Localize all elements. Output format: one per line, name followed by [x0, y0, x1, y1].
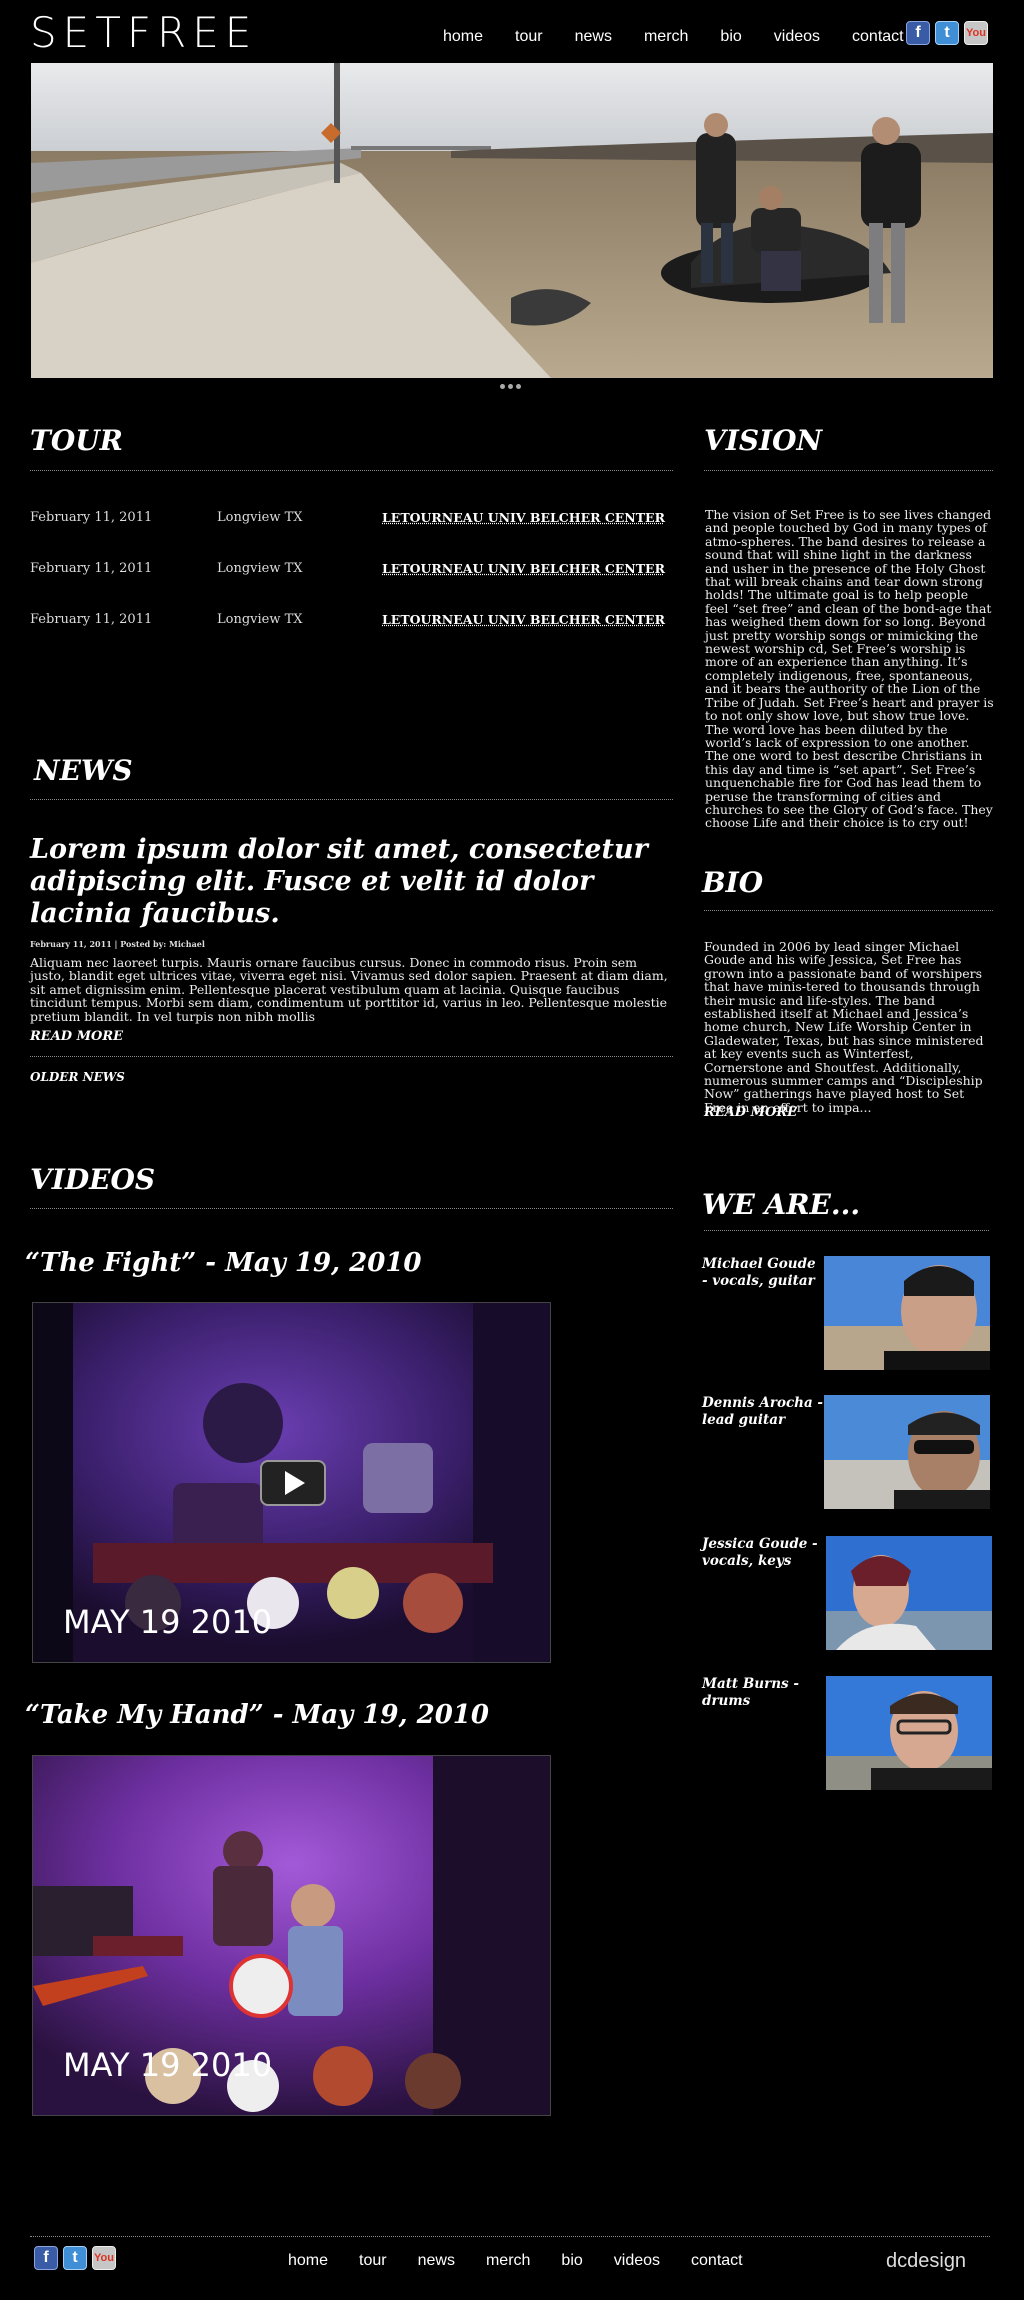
slider-dot[interactable]	[516, 384, 521, 389]
video-date-stamp: MAY 19 2010	[63, 2046, 272, 2084]
videos-title: VIDEOS	[30, 1163, 156, 1196]
main-nav: home tour news merch bio videos contact	[443, 28, 936, 46]
video-date-stamp: MAY 19 2010	[63, 1603, 272, 1641]
footer-nav-contact[interactable]: contact	[691, 2252, 743, 2270]
nav-tour[interactable]: tour	[515, 28, 543, 46]
member-name[interactable]: Michael Goude - vocals, guitar	[702, 1256, 824, 1290]
member-photo-image	[826, 1676, 992, 1790]
twitter-icon[interactable]: t	[935, 21, 959, 45]
we-are-title: WE ARE...	[702, 1188, 861, 1221]
nav-merch[interactable]: merch	[644, 28, 688, 46]
tour-city: Longview TX	[217, 510, 303, 525]
bio-read-more-link[interactable]: READ MORE	[704, 1105, 797, 1120]
slider-dot[interactable]	[500, 384, 505, 389]
video-title[interactable]: “The Fight” - May 19, 2010	[25, 1248, 422, 1278]
video-thumbnail: MAY 19 2010	[33, 1303, 550, 1662]
tour-date: February 11, 2011	[30, 561, 153, 576]
tour-date: February 11, 2011	[30, 612, 153, 627]
video-player[interactable]: MAY 19 2010	[32, 1755, 551, 2116]
vision-text: The vision of Set Free is to see lives c…	[705, 507, 994, 831]
news-headline[interactable]: Lorem ipsum dolor sit amet, consectetur …	[30, 834, 690, 930]
videos-divider	[30, 1208, 673, 1209]
youtube-icon[interactable]: You	[92, 2246, 116, 2270]
nav-contact[interactable]: contact	[852, 28, 904, 46]
footer-nav-news[interactable]: news	[418, 2252, 455, 2270]
news-read-more-link[interactable]: READ MORE	[30, 1029, 123, 1044]
tour-venue-link[interactable]: LETOURNEAU UNIV BELCHER CENTER	[382, 612, 665, 627]
facebook-icon[interactable]: f	[906, 21, 930, 45]
slider-dot[interactable]	[508, 384, 513, 389]
footer-nav-bio[interactable]: bio	[561, 2252, 582, 2270]
member-photo[interactable]	[824, 1256, 990, 1370]
site-logo[interactable]: SETFREE	[30, 8, 257, 57]
news-title: NEWS	[34, 754, 133, 787]
video-title[interactable]: “Take My Hand” - May 19, 2010	[25, 1700, 489, 1730]
nav-bio[interactable]: bio	[720, 28, 741, 46]
tour-date: February 11, 2011	[30, 510, 153, 525]
member-photo[interactable]	[826, 1676, 992, 1790]
video-player[interactable]: MAY 19 2010	[32, 1302, 551, 1663]
member-photo[interactable]	[826, 1536, 992, 1650]
member-name[interactable]: Jessica Goude - vocals, keys	[702, 1536, 824, 1570]
tour-divider	[30, 470, 673, 471]
video-thumbnail: MAY 19 2010	[33, 1756, 550, 2115]
we-are-divider	[704, 1230, 989, 1231]
vision-title: VISION	[704, 424, 823, 457]
footer-divider	[30, 2236, 990, 2237]
designer-credit[interactable]: dcdesign	[886, 2250, 966, 2273]
member-name[interactable]: Dennis Arocha - lead guitar	[702, 1395, 824, 1429]
nav-news[interactable]: news	[575, 28, 612, 46]
member-photo-image	[824, 1256, 990, 1370]
bio-divider	[704, 910, 993, 911]
footer-nav-tour[interactable]: tour	[359, 2252, 387, 2270]
member-photo-image	[824, 1395, 990, 1509]
footer-nav: home tour news merch bio videos contact	[288, 2252, 774, 2270]
twitter-icon[interactable]: t	[63, 2246, 87, 2270]
footer-nav-videos[interactable]: videos	[614, 2252, 660, 2270]
news-meta: February 11, 2011 | Posted by: Michael	[30, 939, 205, 949]
footer-nav-merch[interactable]: merch	[486, 2252, 530, 2270]
youtube-icon[interactable]: You	[964, 21, 988, 45]
news-divider-2	[30, 1056, 673, 1057]
tour-venue-link[interactable]: LETOURNEAU UNIV BELCHER CENTER	[382, 510, 665, 525]
member-photo-image	[826, 1536, 992, 1650]
tour-city: Longview TX	[217, 612, 303, 627]
tour-title: TOUR	[30, 424, 123, 457]
tour-venue-link[interactable]: LETOURNEAU UNIV BELCHER CENTER	[382, 561, 665, 576]
social-links: f t You	[906, 21, 988, 45]
member-name[interactable]: Matt Burns - drums	[702, 1676, 824, 1710]
news-body: Aliquam nec laoreet turpis. Mauris ornar…	[30, 955, 668, 1024]
bio-title: BIO	[702, 866, 764, 899]
nav-home[interactable]: home	[443, 28, 483, 46]
hero-photo	[31, 63, 993, 378]
nav-videos[interactable]: videos	[774, 28, 820, 46]
vision-divider	[704, 470, 993, 471]
slider-dots[interactable]	[500, 384, 521, 389]
news-divider	[30, 799, 673, 800]
member-photo[interactable]	[824, 1395, 990, 1509]
older-news-link[interactable]: OLDER NEWS	[30, 1070, 125, 1084]
hero-banner-image[interactable]	[31, 63, 993, 378]
footer-nav-home[interactable]: home	[288, 2252, 328, 2270]
facebook-icon[interactable]: f	[34, 2246, 58, 2270]
footer-social-links: f t You	[34, 2246, 116, 2270]
tour-city: Longview TX	[217, 561, 303, 576]
bio-text: Founded in 2006 by lead singer Michael G…	[704, 939, 984, 1115]
